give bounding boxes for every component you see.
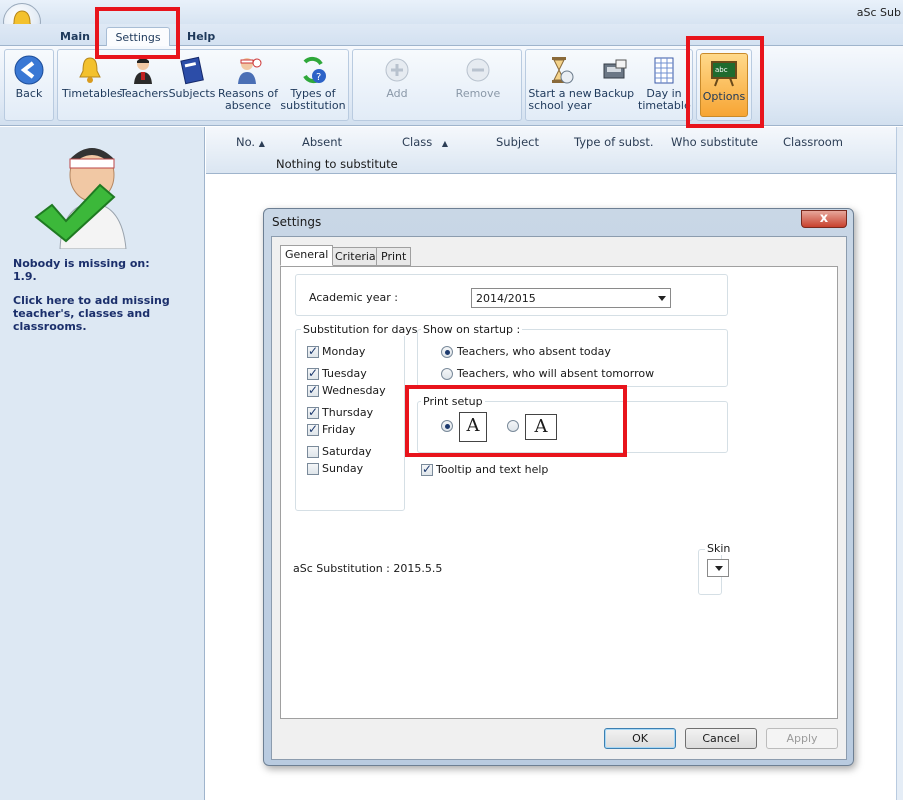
backup-button[interactable]: Backup: [592, 54, 636, 100]
ribbon-tabs: Main Settings Help: [0, 24, 903, 47]
skin-label: Skin: [705, 542, 733, 555]
back-button[interactable]: Back: [9, 54, 49, 100]
column-header-class[interactable]: Class ▲: [402, 135, 448, 149]
day-thursday-checkbox[interactable]: Thursday: [307, 405, 373, 419]
apply-button[interactable]: Apply: [766, 728, 838, 749]
portrait-page-icon: A: [459, 412, 487, 442]
column-header-subject[interactable]: Subject: [496, 135, 539, 149]
column-header-no[interactable]: No. ▲: [236, 135, 265, 149]
grid-scrollbar[interactable]: [896, 127, 903, 800]
chevron-down-icon: [658, 296, 666, 301]
reasons-of-absence-button[interactable]: Reasons of absence: [218, 54, 278, 112]
options-button[interactable]: abc Options: [700, 53, 748, 117]
minus-icon: [466, 58, 490, 82]
day-monday-checkbox[interactable]: Monday: [307, 344, 365, 358]
ok-button[interactable]: OK: [604, 728, 676, 749]
subjects-button[interactable]: Subjects: [168, 54, 216, 100]
group-back: Back: [4, 49, 54, 121]
column-header-classroom[interactable]: Classroom: [783, 135, 843, 149]
add-missing-link[interactable]: Click here to add missing teacher's, cla…: [13, 294, 193, 333]
teachers-button[interactable]: Teachers: [120, 54, 168, 100]
settings-dialog: Settings x General Criteria Print Academ…: [263, 208, 854, 766]
version-label: aSc Substitution : 2015.5.5: [291, 562, 445, 575]
tab-print[interactable]: Print: [376, 247, 412, 266]
calendar-icon: [654, 57, 674, 84]
academic-year-select[interactable]: 2014/2015: [471, 288, 671, 308]
timetables-button[interactable]: Timetables: [62, 54, 123, 100]
group-edit: Add Remove: [352, 49, 522, 121]
day-friday-checkbox[interactable]: Friday: [307, 422, 355, 436]
remove-button[interactable]: Remove: [453, 54, 503, 100]
dialog-body: General Criteria Print Academic year : 2…: [271, 236, 847, 760]
book-icon: [180, 56, 204, 85]
column-header-absent[interactable]: Absent: [302, 135, 342, 149]
tab-criteria[interactable]: Criteria: [330, 247, 381, 266]
group-tools: Start a new school year Backup Day in ti…: [525, 49, 693, 121]
sort-asc-icon: ▲: [258, 139, 265, 148]
day-tuesday-checkbox[interactable]: Tuesday: [307, 366, 367, 380]
plus-icon: [385, 58, 409, 82]
hourglass-icon: [552, 57, 574, 84]
startup-today-radio[interactable]: Teachers, who absent today: [441, 345, 611, 358]
tooltip-help-checkbox[interactable]: Tooltip and text help: [421, 462, 548, 476]
tab-help[interactable]: Help: [179, 27, 223, 47]
day-saturday-checkbox[interactable]: Saturday: [307, 445, 372, 458]
day-sunday-checkbox[interactable]: Sunday: [307, 462, 363, 475]
start-new-school-year-button[interactable]: Start a new school year: [528, 54, 592, 112]
cancel-button[interactable]: Cancel: [685, 728, 757, 749]
column-header-who[interactable]: Who substitute: [671, 135, 758, 149]
tab-general[interactable]: General: [280, 245, 334, 266]
startup-tomorrow-radio[interactable]: Teachers, who will absent tomorrow: [441, 367, 654, 380]
add-button[interactable]: Add: [377, 54, 417, 100]
tab-main[interactable]: Main: [52, 27, 98, 47]
svg-text:?: ?: [316, 72, 321, 83]
app-title: aSc Sub: [856, 6, 901, 19]
sick-person-icon: [238, 58, 262, 84]
absent-teacher-check-icon: [34, 148, 127, 249]
svg-text:abc: abc: [715, 66, 728, 74]
chalkboard-icon: abc: [711, 61, 737, 87]
sort-asc-icon: ▲: [441, 139, 449, 148]
day-in-timetable-button[interactable]: Day in timetable: [638, 54, 691, 112]
show-on-startup-label: Show on startup :: [421, 323, 523, 336]
skin-dropdown[interactable]: [707, 559, 729, 577]
backup-drive-icon: [603, 59, 627, 79]
print-portrait-radio[interactable]: [441, 420, 457, 432]
back-arrow-icon: [14, 55, 44, 85]
teacher-icon: [134, 58, 152, 84]
dialog-title: Settings: [272, 215, 322, 229]
title-bar: aSc Sub: [0, 0, 903, 24]
general-tab-page: Academic year : 2014/2015 Substitution f…: [280, 266, 838, 719]
ribbon: Back Timetables Teachers Subjects Reason…: [0, 46, 903, 126]
print-landscape-radio[interactable]: [507, 420, 523, 432]
substitution-days-label: Substitution for days: [301, 323, 420, 336]
print-setup-label: Print setup: [421, 395, 485, 408]
close-icon[interactable]: x: [801, 210, 847, 228]
swap-help-icon: ?: [303, 56, 326, 84]
group-options: abc Options: [696, 49, 752, 121]
empty-grid-message: Nothing to substitute: [276, 157, 398, 171]
group-data: Timetables Teachers Subjects Reasons of …: [57, 49, 349, 121]
day-wednesday-checkbox[interactable]: Wednesday: [307, 383, 386, 397]
landscape-page-icon: A: [525, 414, 557, 440]
nobody-missing-label: Nobody is missing on: 1.9.: [13, 257, 150, 283]
column-header-type[interactable]: Type of subst.: [574, 135, 654, 149]
substitution-grid-header: No. ▲ Absent Class ▲ Subject Type of sub…: [206, 127, 903, 174]
chevron-down-icon: [715, 566, 723, 571]
tab-settings[interactable]: Settings: [106, 27, 170, 47]
academic-year-label: Academic year :: [307, 291, 400, 304]
bell-icon: [79, 57, 101, 83]
types-of-substitution-button[interactable]: ? Types of substitution: [280, 54, 346, 112]
left-panel: Nobody is missing on: 1.9. Click here to…: [0, 127, 205, 800]
